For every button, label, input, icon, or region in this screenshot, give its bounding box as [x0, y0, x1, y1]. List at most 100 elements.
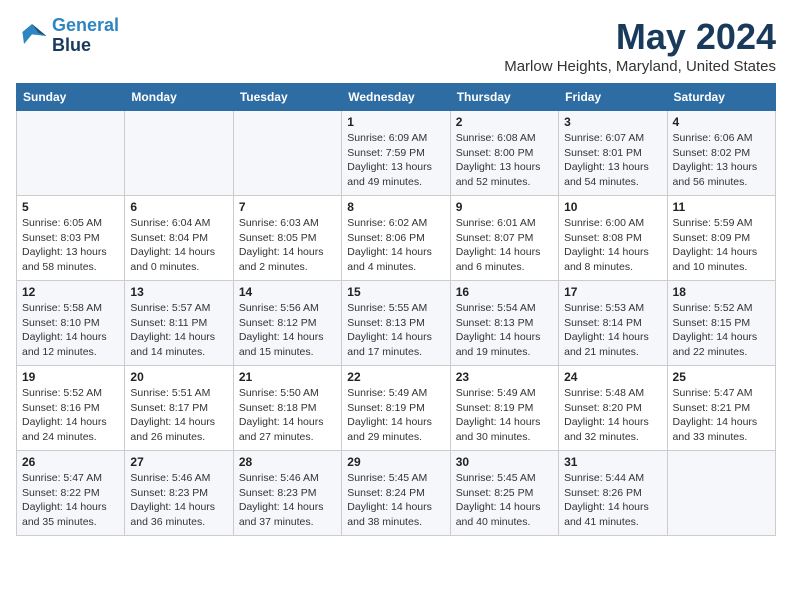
weekday-header-thursday: Thursday [450, 84, 558, 111]
calendar-header: SundayMondayTuesdayWednesdayThursdayFrid… [17, 84, 776, 111]
day-number: 2 [456, 115, 553, 129]
day-info: Sunrise: 6:02 AMSunset: 8:06 PMDaylight:… [347, 216, 444, 275]
calendar-cell: 16 Sunrise: 5:54 AMSunset: 8:13 PMDayligh… [450, 281, 558, 366]
weekday-header-tuesday: Tuesday [233, 84, 341, 111]
day-info: Sunrise: 5:54 AMSunset: 8:13 PMDaylight:… [456, 301, 553, 360]
day-number: 28 [239, 455, 336, 469]
day-number: 16 [456, 285, 553, 299]
day-info: Sunrise: 5:45 AMSunset: 8:24 PMDaylight:… [347, 471, 444, 530]
day-info: Sunrise: 5:52 AMSunset: 8:15 PMDaylight:… [673, 301, 770, 360]
logo-icon [16, 20, 48, 52]
calendar-week-2: 5 Sunrise: 6:05 AMSunset: 8:03 PMDaylight… [17, 196, 776, 281]
day-number: 29 [347, 455, 444, 469]
calendar-cell: 30 Sunrise: 5:45 AMSunset: 8:25 PMDayligh… [450, 451, 558, 536]
month-title: May 2024 [504, 16, 776, 58]
calendar-cell: 17 Sunrise: 5:53 AMSunset: 8:14 PMDayligh… [559, 281, 667, 366]
calendar-cell [667, 451, 775, 536]
calendar-cell: 7 Sunrise: 6:03 AMSunset: 8:05 PMDaylight… [233, 196, 341, 281]
calendar-cell: 21 Sunrise: 5:50 AMSunset: 8:18 PMDayligh… [233, 366, 341, 451]
day-number: 26 [22, 455, 119, 469]
calendar-cell: 18Sunrise: 5:52 AMSunset: 8:15 PMDayligh… [667, 281, 775, 366]
location-title: Marlow Heights, Maryland, United States [504, 58, 776, 75]
day-number: 20 [130, 370, 227, 384]
calendar-cell: 29 Sunrise: 5:45 AMSunset: 8:24 PMDayligh… [342, 451, 450, 536]
day-info: Sunrise: 5:48 AMSunset: 8:20 PMDaylight:… [564, 386, 661, 445]
day-info: Sunrise: 5:47 AMSunset: 8:21 PMDaylight:… [673, 386, 770, 445]
day-info: Sunrise: 5:46 AMSunset: 8:23 PMDaylight:… [239, 471, 336, 530]
calendar-cell: 2Sunrise: 6:08 AMSunset: 8:00 PMDaylight… [450, 111, 558, 196]
calendar-cell: 9 Sunrise: 6:01 AMSunset: 8:07 PMDaylight… [450, 196, 558, 281]
calendar-cell: 4Sunrise: 6:06 AMSunset: 8:02 PMDaylight… [667, 111, 775, 196]
calendar-cell: 20Sunrise: 5:51 AMSunset: 8:17 PMDayligh… [125, 366, 233, 451]
day-number: 7 [239, 200, 336, 214]
calendar-cell: 25 Sunrise: 5:47 AMSunset: 8:21 PMDayligh… [667, 366, 775, 451]
weekday-header-sunday: Sunday [17, 84, 125, 111]
day-info: Sunrise: 5:50 AMSunset: 8:18 PMDaylight:… [239, 386, 336, 445]
calendar-cell: 11 Sunrise: 5:59 AMSunset: 8:09 PMDayligh… [667, 196, 775, 281]
day-number: 24 [564, 370, 661, 384]
calendar-week-4: 19 Sunrise: 5:52 AMSunset: 8:16 PMDayligh… [17, 366, 776, 451]
calendar-cell: 19 Sunrise: 5:52 AMSunset: 8:16 PMDayligh… [17, 366, 125, 451]
day-number: 11 [673, 200, 770, 214]
calendar-cell: 31 Sunrise: 5:44 AMSunset: 8:26 PMDayligh… [559, 451, 667, 536]
calendar-week-5: 26 Sunrise: 5:47 AMSunset: 8:22 PMDayligh… [17, 451, 776, 536]
weekday-header-row: SundayMondayTuesdayWednesdayThursdayFrid… [17, 84, 776, 111]
day-number: 17 [564, 285, 661, 299]
day-number: 31 [564, 455, 661, 469]
day-number: 4 [673, 115, 770, 129]
day-info: Sunrise: 5:53 AMSunset: 8:14 PMDaylight:… [564, 301, 661, 360]
day-number: 25 [673, 370, 770, 384]
calendar-cell: 13Sunrise: 5:57 AMSunset: 8:11 PMDayligh… [125, 281, 233, 366]
calendar-cell: 6Sunrise: 6:04 AMSunset: 8:04 PMDaylight… [125, 196, 233, 281]
calendar-cell: 15 Sunrise: 5:55 AMSunset: 8:13 PMDayligh… [342, 281, 450, 366]
day-number: 22 [347, 370, 444, 384]
day-info: Sunrise: 5:59 AMSunset: 8:09 PMDaylight:… [673, 216, 770, 275]
day-number: 3 [564, 115, 661, 129]
day-info: Sunrise: 6:03 AMSunset: 8:05 PMDaylight:… [239, 216, 336, 275]
day-info: Sunrise: 5:52 AMSunset: 8:16 PMDaylight:… [22, 386, 119, 445]
day-info: Sunrise: 6:09 AMSunset: 7:59 PMDaylight:… [347, 131, 444, 190]
calendar-week-1: 1Sunrise: 6:09 AMSunset: 7:59 PMDaylight… [17, 111, 776, 196]
day-number: 15 [347, 285, 444, 299]
day-info: Sunrise: 5:56 AMSunset: 8:12 PMDaylight:… [239, 301, 336, 360]
calendar-cell: 23 Sunrise: 5:49 AMSunset: 8:19 PMDayligh… [450, 366, 558, 451]
day-info: Sunrise: 5:47 AMSunset: 8:22 PMDaylight:… [22, 471, 119, 530]
day-number: 9 [456, 200, 553, 214]
calendar-cell: 28 Sunrise: 5:46 AMSunset: 8:23 PMDayligh… [233, 451, 341, 536]
day-info: Sunrise: 6:04 AMSunset: 8:04 PMDaylight:… [130, 216, 227, 275]
day-info: Sunrise: 5:49 AMSunset: 8:19 PMDaylight:… [456, 386, 553, 445]
day-number: 12 [22, 285, 119, 299]
calendar-cell: 27Sunrise: 5:46 AMSunset: 8:23 PMDayligh… [125, 451, 233, 536]
day-number: 19 [22, 370, 119, 384]
page-header: General Blue May 2024 Marlow Heights, Ma… [16, 16, 776, 75]
day-number: 8 [347, 200, 444, 214]
calendar-cell: 22 Sunrise: 5:49 AMSunset: 8:19 PMDayligh… [342, 366, 450, 451]
day-info: Sunrise: 6:05 AMSunset: 8:03 PMDaylight:… [22, 216, 119, 275]
calendar-cell [233, 111, 341, 196]
title-block: May 2024 Marlow Heights, Maryland, Unite… [504, 16, 776, 75]
calendar-cell: 26 Sunrise: 5:47 AMSunset: 8:22 PMDayligh… [17, 451, 125, 536]
day-info: Sunrise: 5:44 AMSunset: 8:26 PMDaylight:… [564, 471, 661, 530]
day-number: 30 [456, 455, 553, 469]
day-info: Sunrise: 5:49 AMSunset: 8:19 PMDaylight:… [347, 386, 444, 445]
calendar-cell: 12 Sunrise: 5:58 AMSunset: 8:10 PMDayligh… [17, 281, 125, 366]
calendar-cell: 3 Sunrise: 6:07 AMSunset: 8:01 PMDaylight… [559, 111, 667, 196]
day-info: Sunrise: 5:46 AMSunset: 8:23 PMDaylight:… [130, 471, 227, 530]
calendar-table: SundayMondayTuesdayWednesdayThursdayFrid… [16, 83, 776, 536]
day-info: Sunrise: 5:58 AMSunset: 8:10 PMDaylight:… [22, 301, 119, 360]
day-info: Sunrise: 6:07 AMSunset: 8:01 PMDaylight:… [564, 131, 661, 190]
calendar-cell [17, 111, 125, 196]
day-number: 5 [22, 200, 119, 214]
day-number: 23 [456, 370, 553, 384]
day-number: 21 [239, 370, 336, 384]
day-info: Sunrise: 6:01 AMSunset: 8:07 PMDaylight:… [456, 216, 553, 275]
weekday-header-wednesday: Wednesday [342, 84, 450, 111]
day-info: Sunrise: 5:45 AMSunset: 8:25 PMDaylight:… [456, 471, 553, 530]
day-info: Sunrise: 5:55 AMSunset: 8:13 PMDaylight:… [347, 301, 444, 360]
weekday-header-monday: Monday [125, 84, 233, 111]
day-number: 10 [564, 200, 661, 214]
calendar-cell: 14Sunrise: 5:56 AMSunset: 8:12 PMDayligh… [233, 281, 341, 366]
logo: General Blue [16, 16, 119, 56]
day-number: 13 [130, 285, 227, 299]
calendar-cell: 1Sunrise: 6:09 AMSunset: 7:59 PMDaylight… [342, 111, 450, 196]
